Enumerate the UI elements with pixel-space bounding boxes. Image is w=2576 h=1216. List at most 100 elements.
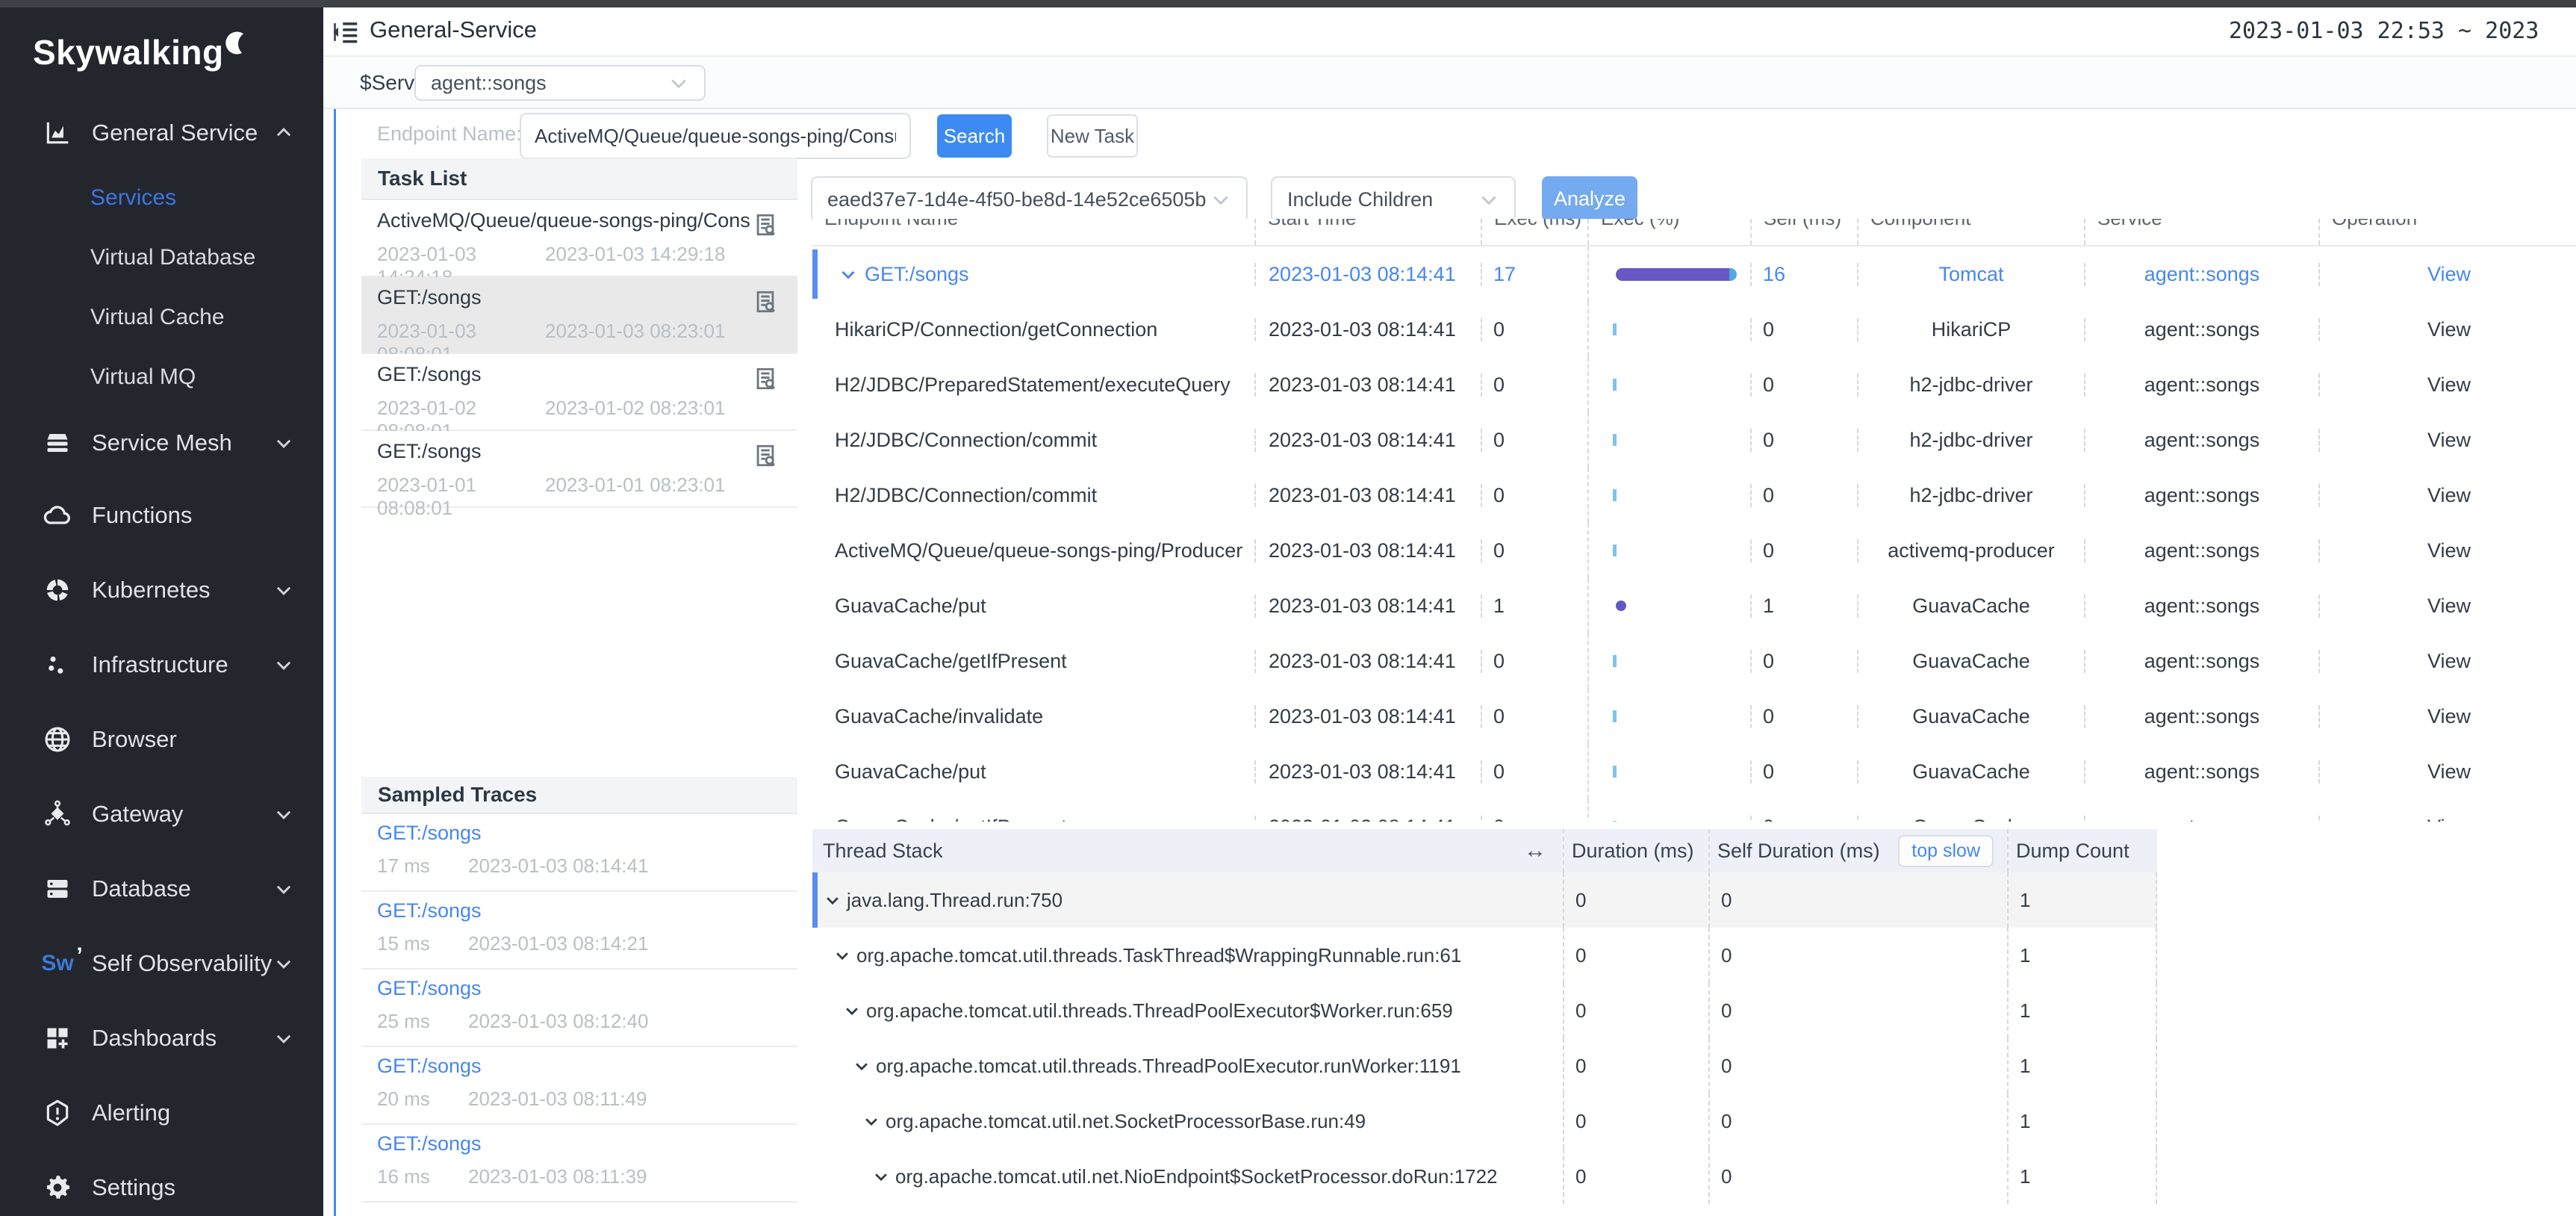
sidebar-item-services[interactable]: Services: [0, 168, 323, 228]
service-select[interactable]: agent::songs: [414, 65, 706, 101]
chevron-down-icon: [274, 879, 293, 899]
sidebar-item-gateway[interactable]: Gateway: [0, 777, 323, 851]
task-list-item[interactable]: GET:/songs 2023-01-03 08:08:012023-01-03…: [361, 277, 797, 354]
view-link[interactable]: View: [2318, 318, 2576, 341]
endpoint-link[interactable]: H2/JDBC/PreparedStatement/executeQuery: [835, 373, 1231, 397]
endpoint-link[interactable]: GuavaCache/put: [835, 760, 986, 784]
endpoint-row[interactable]: H2/JDBC/Connection/commit 2023-01-03 08:…: [812, 412, 2576, 468]
trace-link[interactable]: GET:/songs: [377, 1055, 797, 1078]
sidebar-item-functions[interactable]: Functions: [0, 478, 323, 553]
endpoint-link[interactable]: GuavaCache/getIfPresent: [835, 816, 1067, 822]
thread-stack-row[interactable]: org.apache.tomcat.util.threads.ThreadPoo…: [812, 1038, 2157, 1094]
view-link[interactable]: View: [2318, 373, 2576, 397]
sidebar-item-browser[interactable]: Browser: [0, 702, 323, 777]
endpoint-row[interactable]: H2/JDBC/PreparedStatement/executeQuery 2…: [812, 357, 2576, 412]
view-link[interactable]: View: [2318, 539, 2576, 562]
endpoint-row[interactable]: HikariCP/Connection/getConnection 2023-0…: [812, 302, 2576, 357]
trace-list-item[interactable]: GET:/songs 25 ms2023-01-03 08:12:40: [361, 970, 797, 1047]
endpoint-link[interactable]: H2/JDBC/Connection/commit: [835, 429, 1097, 452]
view-link[interactable]: View: [2318, 595, 2576, 618]
thread-stack-row[interactable]: org.apache.tomcat.util.net.SocketProcess…: [812, 1094, 2157, 1149]
task-log-icon[interactable]: [753, 289, 778, 314]
endpoint-row[interactable]: GET:/songs 2023-01-03 08:14:41 17 16 Tom…: [812, 246, 2576, 302]
analyze-button[interactable]: Analyze: [1542, 176, 1637, 221]
task-log-icon[interactable]: [753, 443, 778, 468]
sidebar-item-alerting[interactable]: Alerting: [0, 1076, 323, 1150]
endpoint-link[interactable]: ActiveMQ/Queue/queue-songs-ping/Producer: [835, 539, 1242, 562]
trace-link[interactable]: GET:/songs: [377, 1132, 797, 1155]
search-button[interactable]: Search: [937, 114, 1012, 158]
chevron-down-icon[interactable]: [863, 1113, 880, 1129]
analyze-mode-select[interactable]: Include Children: [1271, 176, 1516, 223]
sidebar-item-self-observability[interactable]: Sw’ Self Observability: [0, 926, 323, 1001]
main-area: General-Service 2023-01-03 22:53 ~ 2023 …: [323, 7, 2576, 1216]
sidebar-item-database[interactable]: Database: [0, 851, 323, 926]
thread-stack-row[interactable]: org.apache.tomcat.util.net.NioEndpoint$S…: [812, 1149, 2157, 1204]
endpoint-row[interactable]: GuavaCache/getIfPresent 2023-01-03 08:14…: [812, 633, 2576, 689]
trace-link[interactable]: GET:/songs: [377, 822, 797, 845]
exec-percent-bar: [1587, 246, 1750, 302]
sidebar-item-dashboards[interactable]: Dashboards: [0, 1001, 323, 1076]
view-link[interactable]: View: [2318, 760, 2576, 784]
trace-list-item[interactable]: GET:/songs 17 ms2023-01-03 08:14:41: [361, 814, 797, 892]
sidebar-item-settings[interactable]: Settings: [0, 1150, 323, 1216]
chevron-down-icon[interactable]: [839, 265, 857, 283]
view-link[interactable]: View: [2318, 484, 2576, 507]
endpoint-row[interactable]: GuavaCache/put 2023-01-03 08:14:41 0 0 G…: [812, 744, 2576, 799]
sidebar-item-kubernetes[interactable]: Kubernetes: [0, 553, 323, 627]
analyze-mode-value: Include Children: [1287, 188, 1433, 211]
task-log-icon[interactable]: [753, 366, 778, 391]
chevron-down-icon[interactable]: [824, 892, 841, 908]
endpoint-row[interactable]: GuavaCache/invalidate 2023-01-03 08:14:4…: [812, 689, 2576, 744]
task-id-select[interactable]: eaed37e7-1d4e-4f50-be8d-14e52ce6505b: [811, 176, 1248, 223]
exec-percent-bar: [1587, 799, 1750, 822]
trace-link[interactable]: GET:/songs: [377, 977, 797, 1000]
endpoint-link[interactable]: GET:/songs: [865, 263, 969, 286]
top-slow-button[interactable]: top slow: [1898, 835, 1994, 867]
sidebar-item-virtual-cache[interactable]: Virtual Cache: [0, 288, 323, 347]
view-link[interactable]: View: [2318, 705, 2576, 728]
thread-stack-row[interactable]: org.apache.tomcat.util.threads.ThreadPoo…: [812, 983, 2157, 1038]
view-link[interactable]: View: [2318, 429, 2576, 452]
endpoint-row[interactable]: H2/JDBC/Connection/commit 2023-01-03 08:…: [812, 468, 2576, 523]
thread-stack-row[interactable]: org.apache.tomcat.util.threads.TaskThrea…: [812, 928, 2157, 983]
expand-column-icon[interactable]: ↔: [1524, 838, 1546, 863]
collapse-sidebar-icon[interactable]: [332, 18, 361, 46]
trace-list-item[interactable]: GET:/songs 20 ms2023-01-03 08:11:49: [361, 1047, 797, 1125]
sidebar-item-virtual-mq[interactable]: Virtual MQ: [0, 347, 323, 407]
time-range-picker[interactable]: 2023-01-03 22:53 ~ 2023: [2229, 18, 2539, 44]
chevron-down-icon[interactable]: [844, 1002, 860, 1019]
endpoint-link[interactable]: GuavaCache/put: [835, 595, 986, 618]
task-list-item[interactable]: ActiveMQ/Queue/queue-songs-ping/Consumer…: [361, 200, 797, 277]
chevron-down-icon: [274, 433, 293, 453]
view-link[interactable]: View: [2318, 263, 2576, 286]
endpoint-row-partial[interactable]: GuavaCache/getIfPresent 2023-01-03 08:14…: [812, 799, 2576, 822]
sidebar-item-infrastructure[interactable]: Infrastructure: [0, 627, 323, 702]
endpoint-row[interactable]: GuavaCache/put 2023-01-03 08:14:41 1 1 G…: [812, 578, 2576, 633]
trace-list-item[interactable]: GET:/songs 15 ms2023-01-03 08:14:21: [361, 892, 797, 970]
chevron-down-icon[interactable]: [834, 947, 850, 964]
sidebar-item-service-mesh[interactable]: Service Mesh: [0, 407, 323, 478]
endpoint-link[interactable]: H2/JDBC/Connection/commit: [835, 484, 1097, 507]
chevron-down-icon[interactable]: [853, 1058, 870, 1074]
endpoint-link[interactable]: GuavaCache/invalidate: [835, 705, 1043, 728]
thread-stack-row[interactable]: java.lang.Thread.run:750 0 0 1: [812, 872, 2157, 928]
endpoint-row[interactable]: ActiveMQ/Queue/queue-songs-ping/Producer…: [812, 523, 2576, 578]
mesh-icon: [41, 429, 74, 456]
sidebar-item-general-service[interactable]: General Service: [0, 97, 323, 168]
task-list-item[interactable]: GET:/songs 2023-01-02 08:08:012023-01-02…: [361, 354, 797, 431]
sidebar-item-label: General Service: [92, 120, 258, 146]
trace-link[interactable]: GET:/songs: [377, 899, 797, 922]
trace-list-item[interactable]: GET:/songs 16 ms2023-01-03 08:11:39: [361, 1125, 797, 1203]
endpoint-name-input[interactable]: [520, 113, 911, 159]
task-list-item[interactable]: GET:/songs 2023-01-01 08:08:012023-01-01…: [361, 431, 797, 508]
sidebar-item-virtual-database[interactable]: Virtual Database: [0, 228, 323, 288]
gateway-icon: [41, 800, 74, 828]
new-task-button[interactable]: New Task: [1047, 114, 1138, 158]
chevron-down-icon[interactable]: [873, 1168, 889, 1185]
endpoint-link[interactable]: HikariCP/Connection/getConnection: [835, 318, 1157, 341]
view-link[interactable]: View: [2318, 816, 2576, 822]
view-link[interactable]: View: [2318, 650, 2576, 673]
task-log-icon[interactable]: [753, 212, 778, 238]
endpoint-link[interactable]: GuavaCache/getIfPresent: [835, 650, 1067, 673]
